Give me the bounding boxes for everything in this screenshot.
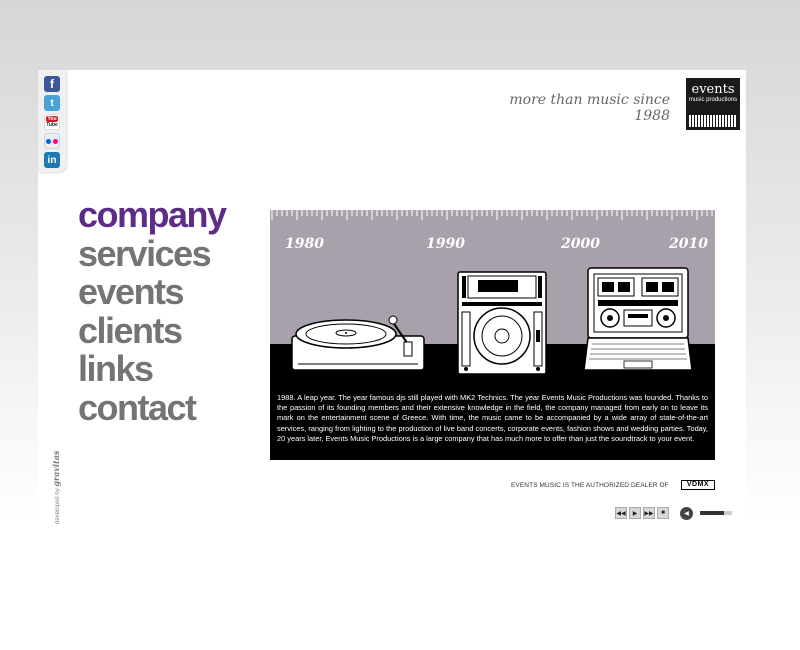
main-nav: company services events clients links co… [78,195,227,428]
credit-prefix: developed by [55,488,61,524]
year-label-1990: 1990 [426,236,465,252]
prev-button[interactable]: ◀◀ [615,507,627,519]
nav-item-events[interactable]: events [78,272,226,312]
twitter-icon[interactable]: t [44,95,60,111]
credit-brand: gravitas [51,450,61,487]
play-button[interactable]: ▶ [629,507,641,519]
events-logo[interactable]: events music productions [686,78,740,130]
logo-main-text: events [691,82,735,97]
social-bar: f t You Tube in [38,70,66,172]
linkedin-icon[interactable]: in [44,152,60,168]
year-label-2000: 2000 [561,236,600,252]
stop-button[interactable]: ■ [657,507,669,519]
developer-credit[interactable]: developed by gravitas [51,451,61,524]
company-description: 1988. A leap year. The year famous djs s… [270,387,715,460]
dealer-text: EVENTS MUSIC IS THE AUTHORIZED DEALER OF [511,482,669,489]
youtube-icon[interactable]: You Tube [44,114,60,130]
nav-item-links[interactable]: links [78,349,226,389]
facebook-icon[interactable]: f [44,76,60,92]
next-button[interactable]: ▶▶ [643,507,655,519]
volume-slider[interactable] [700,511,732,515]
vdmx-logo[interactable]: VDMX [681,480,715,490]
nav-item-company[interactable]: company [78,195,227,235]
nav-item-clients[interactable]: clients [78,311,226,351]
flickr-icon[interactable] [44,133,60,149]
volume-slider-fill [700,511,724,515]
ruler-graphic [270,207,715,220]
laptop-illustration [584,267,692,371]
year-label-2010: 2010 [669,236,708,252]
tagline: more than music since 1988 [509,92,670,124]
volume-icon[interactable]: ◀ [680,507,693,520]
logo-sub-text: music productions [688,97,738,103]
logo-crowd-graphic [689,115,737,127]
year-label-1980: 1980 [285,236,324,252]
cdj-player-illustration [457,271,547,375]
nav-item-contact[interactable]: contact [78,388,226,428]
turntable-illustration [291,315,425,376]
nav-item-services[interactable]: services [78,234,226,274]
